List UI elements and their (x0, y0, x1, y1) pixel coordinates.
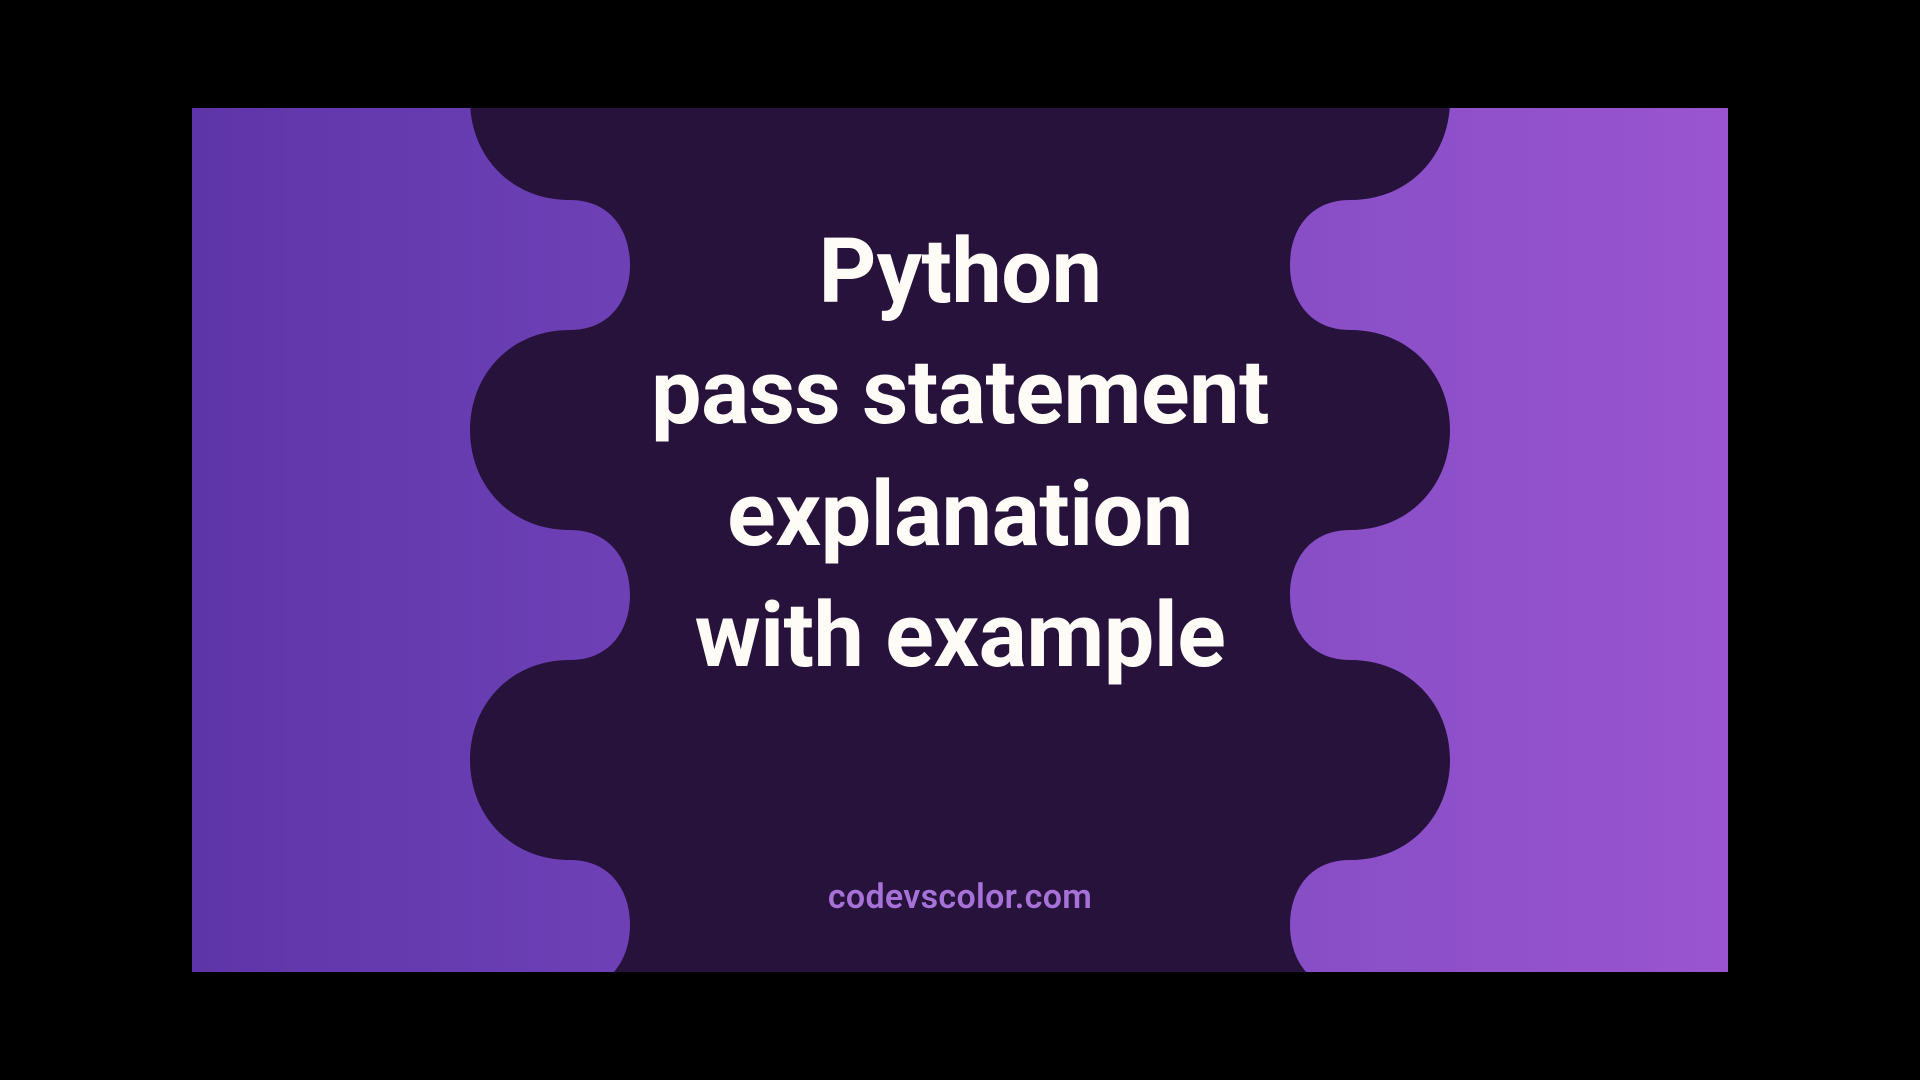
footer-brand: codevscolor.com (828, 877, 1092, 917)
main-title: Python pass statement explanation with e… (651, 211, 1269, 697)
promo-card: Python pass statement explanation with e… (192, 108, 1728, 972)
